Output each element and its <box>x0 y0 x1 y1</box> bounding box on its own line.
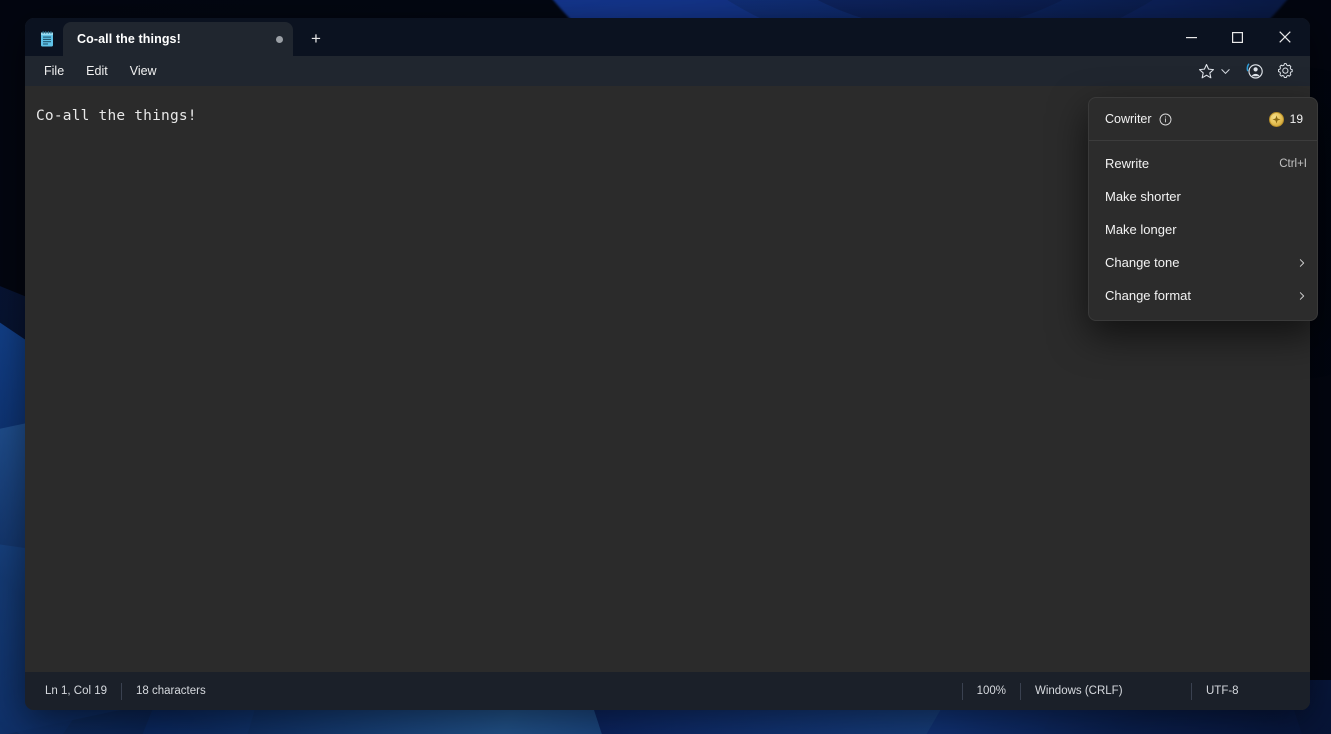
cowriter-item-make-shorter[interactable]: Make shorter <box>1089 180 1317 213</box>
cowriter-item-change-tone[interactable]: Change tone <box>1089 246 1317 279</box>
window-controls <box>1168 18 1310 56</box>
statusbar-right: 100% Windows (CRLF) UTF-8 <box>961 682 1310 700</box>
account-icon[interactable] <box>1240 58 1270 84</box>
cowriter-item-make-longer[interactable]: Make longer <box>1089 213 1317 246</box>
coin-icon <box>1268 111 1284 127</box>
gear-icon[interactable] <box>1270 58 1300 84</box>
close-button[interactable] <box>1260 20 1310 54</box>
zoom-level[interactable]: 100% <box>963 685 1020 697</box>
encoding[interactable]: UTF-8 <box>1192 685 1310 697</box>
info-icon[interactable] <box>1159 113 1172 126</box>
cowriter-title: Cowriter <box>1105 112 1152 126</box>
desktop: Co-all the things! + File Edit View Co-a… <box>0 0 1331 734</box>
cowriter-item-accelerator: Ctrl+I <box>1279 157 1307 170</box>
cowriter-item-label: Make shorter <box>1105 189 1181 204</box>
cursor-position[interactable]: Ln 1, Col 19 <box>31 685 121 697</box>
minimize-button[interactable] <box>1168 20 1214 54</box>
chevron-right-icon <box>1297 291 1307 301</box>
cowriter-menu-header: Cowriter 19 <box>1089 98 1317 141</box>
menu-view[interactable]: View <box>119 60 168 82</box>
star-icon[interactable] <box>1194 58 1216 84</box>
cowriter-item-label: Rewrite <box>1105 156 1150 171</box>
cowriter-item-label: Make longer <box>1105 222 1177 237</box>
cowriter-item-rewrite[interactable]: Rewrite Ctrl+I <box>1089 147 1317 180</box>
notepad-icon <box>37 29 57 49</box>
chevron-right-icon <box>1297 258 1307 268</box>
tab-co-all-the-things[interactable]: Co-all the things! <box>63 22 293 56</box>
character-count: 18 characters <box>136 685 206 697</box>
statusbar: Ln 1, Col 19 18 characters 100% Windows … <box>25 672 1310 710</box>
cowriter-menu: Cowriter 19 Rewrite Ctrl+I Make shorter … <box>1088 97 1318 321</box>
maximize-button[interactable] <box>1214 20 1260 54</box>
tab-title: Co-all the things! <box>77 32 181 46</box>
menubar: File Edit View <box>25 56 1310 86</box>
chevron-down-icon[interactable] <box>1217 58 1234 84</box>
line-ending[interactable]: Windows (CRLF) <box>1021 685 1191 697</box>
new-tab-button[interactable]: + <box>299 21 333 55</box>
menu-edit[interactable]: Edit <box>75 60 119 82</box>
tabstrip: Co-all the things! + <box>63 18 1168 56</box>
statusbar-left: Ln 1, Col 19 18 characters <box>25 682 220 700</box>
cowriter-menu-list: Rewrite Ctrl+I Make shorter Make longer … <box>1089 141 1317 320</box>
unsaved-dot-icon <box>276 35 283 43</box>
cowriter-item-label: Change format <box>1105 288 1191 303</box>
cowriter-item-change-format[interactable]: Change format <box>1089 279 1317 312</box>
menu-file[interactable]: File <box>33 60 75 82</box>
titlebar: Co-all the things! + <box>25 18 1310 56</box>
cowriter-credits: 19 <box>1289 112 1303 126</box>
cowriter-item-label: Change tone <box>1105 255 1180 270</box>
